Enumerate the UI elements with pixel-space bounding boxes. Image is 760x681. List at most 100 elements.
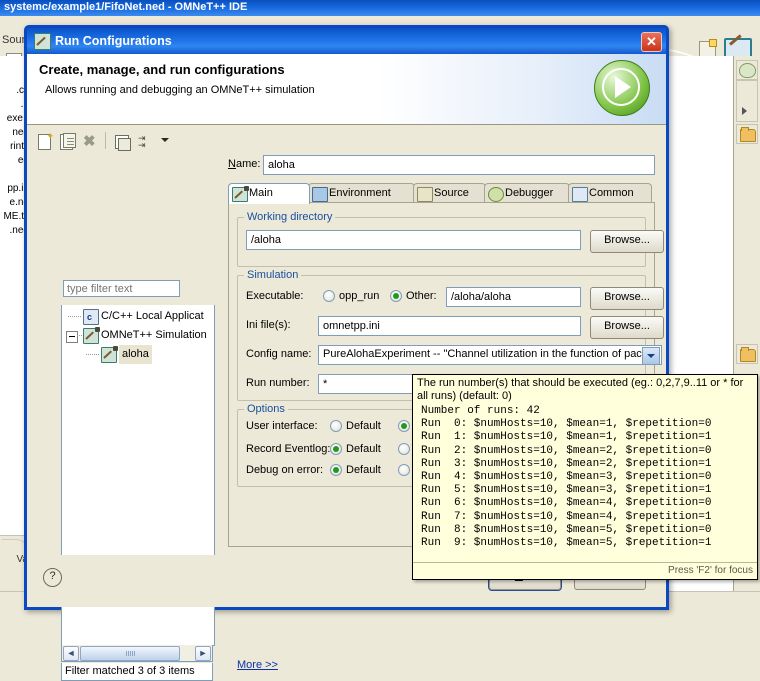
record-eventlog-label: Record Eventlog:: [246, 443, 331, 455]
record-eventlog-yes-radio[interactable]: [398, 443, 410, 455]
executable-label: Executable:: [246, 290, 304, 302]
filter-arrows-shape: ⇥ ⇥: [138, 133, 146, 150]
omnet-icon: [83, 327, 100, 344]
other-radio[interactable]: [390, 290, 402, 302]
new-configuration-icon[interactable]: ✦: [37, 132, 54, 150]
toolbar-separator: [105, 132, 106, 149]
environment-icon: [312, 187, 328, 202]
doc-lines: [67, 138, 74, 139]
palette-drawer-top[interactable]: [736, 80, 758, 122]
tab-label: Main: [249, 187, 273, 199]
tree-connector: [77, 335, 82, 336]
user-interface-default-label: Default: [346, 420, 381, 432]
user-interface-label: User interface:: [246, 420, 318, 432]
chevron-down-icon[interactable]: [642, 347, 660, 364]
page-title: Create, manage, and run configurations: [39, 62, 285, 77]
tree-connector: [68, 316, 82, 317]
tree-item-label: OMNeT++ Simulation: [101, 329, 207, 341]
tab-label: Common: [589, 187, 634, 199]
chevron-right-icon: [742, 107, 747, 115]
name-label: Name:: [228, 158, 261, 170]
run-number-tooltip: The run number(s) that should be execute…: [412, 374, 758, 580]
palette-icon-button[interactable]: [736, 60, 758, 80]
name-row: Name:: [223, 155, 656, 175]
config-name-select[interactable]: PureAlohaExperiment -- "Channel utilizat…: [318, 345, 662, 365]
ini-files-input[interactable]: [318, 316, 581, 336]
folder-icon: [740, 347, 756, 362]
tab-common[interactable]: Common: [568, 183, 652, 203]
collapse-all-icon[interactable]: [113, 133, 131, 151]
copy-doc-shape-2: [63, 133, 76, 148]
palette-folder-2[interactable]: [736, 344, 758, 364]
tooltip-header: The run number(s) that should be execute…: [417, 377, 744, 402]
filter-configurations-icon[interactable]: ⇥ ⇥: [137, 133, 154, 150]
tab-source[interactable]: Source: [413, 183, 486, 203]
other-label: Other:: [406, 290, 437, 302]
tab-debugger[interactable]: Debugger: [484, 183, 570, 203]
tree-item-aloha[interactable]: aloha: [62, 345, 214, 364]
tree-item-omnet-simulation[interactable]: OMNeT++ Simulation: [62, 326, 214, 345]
dialog-title-bar: Run Configurations ✕: [27, 28, 666, 54]
group-title: Simulation: [244, 269, 302, 281]
tab-label: Source: [434, 187, 469, 199]
tab-bar: Main Environment Source Debugger Common: [228, 183, 655, 204]
ide-window-title: systemc/example1/FifoNet.ned - OMNeT++ I…: [0, 0, 760, 16]
omnet-icon: [101, 346, 118, 363]
ini-files-browse-button[interactable]: Browse...: [590, 316, 664, 339]
record-eventlog-default-radio[interactable]: [330, 443, 342, 455]
working-directory-group: Working directory Browse...: [237, 211, 664, 267]
duplicate-configuration-icon[interactable]: [59, 133, 76, 150]
dialog-header: Create, manage, and run configurations A…: [27, 54, 666, 125]
group-title: Working directory: [244, 211, 336, 223]
working-directory-browse-button[interactable]: Browse...: [590, 230, 664, 253]
debug-on-error-default-radio[interactable]: [330, 464, 342, 476]
record-eventlog-default-label: Default: [346, 443, 381, 455]
tree-item-c-local-app[interactable]: C/C++ Local Applicat: [62, 307, 214, 327]
expand-collapse-icon[interactable]: [66, 331, 78, 343]
folder-icon: [740, 127, 756, 142]
palette-icon: [739, 63, 756, 78]
scrollbar-thumb[interactable]: [80, 646, 180, 661]
debug-on-error-label: Debug on error:: [246, 464, 324, 476]
run-config-icon: [34, 33, 51, 50]
more-link[interactable]: More >>: [237, 659, 278, 671]
delete-configuration-icon[interactable]: ✖: [81, 133, 98, 149]
run-banner-ring: [602, 68, 640, 106]
main-icon: [232, 186, 249, 202]
opp-run-label: opp_run: [339, 290, 380, 302]
tab-label: Debugger: [505, 187, 554, 199]
tooltip-footer: Press 'F2' for focus: [413, 562, 757, 579]
filter-input[interactable]: [63, 280, 180, 297]
source-icon: [417, 187, 433, 202]
c-app-icon: [83, 308, 99, 327]
debug-on-error-yes-radio[interactable]: [398, 464, 410, 476]
name-input[interactable]: [263, 155, 655, 175]
scroll-left-icon[interactable]: ◄: [63, 646, 79, 661]
scroll-right-icon[interactable]: ►: [195, 646, 211, 661]
configurations-toolbar: ✦ ✖ ⇥ ⇥: [37, 130, 192, 152]
tab-label: Environment: [329, 187, 391, 199]
tab-main[interactable]: Main: [228, 183, 310, 204]
tree-horizontal-scrollbar[interactable]: ◄ ►: [61, 645, 213, 662]
page-subtitle: Allows running and debugging an OMNeT++ …: [45, 84, 315, 96]
chevron-down-icon[interactable]: [161, 138, 169, 142]
opp-run-radio[interactable]: [323, 290, 335, 302]
run-number-label: Run number:: [246, 377, 310, 389]
filter-status-text: Filter matched 3 of 3 items: [61, 663, 213, 681]
tree-item-label: aloha: [119, 345, 152, 364]
executable-browse-button[interactable]: Browse...: [590, 287, 664, 310]
x-mark: ✖: [83, 133, 96, 150]
help-icon[interactable]: ?: [43, 568, 62, 587]
config-name-value: PureAlohaExperiment -- "Channel utilizat…: [323, 348, 657, 360]
palette-folder-1[interactable]: [736, 124, 758, 144]
dialog-title: Run Configurations: [55, 34, 172, 48]
user-interface-default-radio[interactable]: [330, 420, 342, 432]
close-icon[interactable]: ✕: [641, 32, 662, 52]
executable-input[interactable]: [446, 287, 581, 307]
tab-environment[interactable]: Environment: [308, 183, 415, 203]
working-directory-input[interactable]: [246, 230, 581, 250]
common-icon: [572, 187, 588, 202]
tree-connector: [86, 354, 100, 355]
user-interface-command-radio[interactable]: [398, 420, 410, 432]
debugger-icon: [488, 187, 504, 202]
